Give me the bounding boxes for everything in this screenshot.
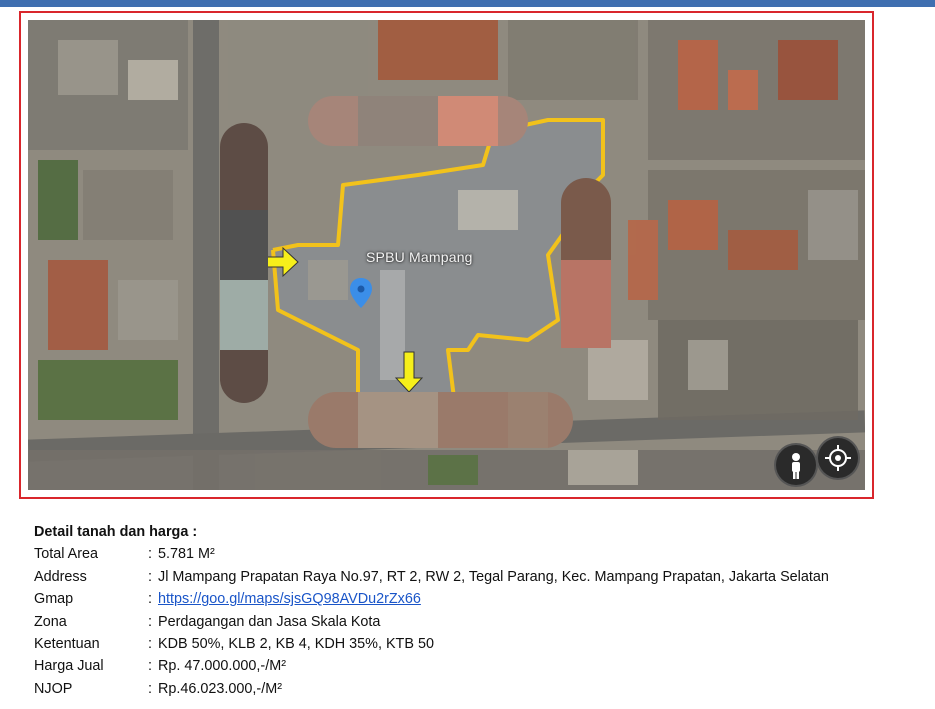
detail-row-address: Address : Jl Mampang Prapatan Raya No.97… [34,566,924,588]
detail-row-zona: Zona : Perdagangan dan Jasa Skala Kota [34,611,924,633]
detail-separator: : [148,613,152,630]
detail-value: 5.781 M² [158,546,215,563]
detail-separator: : [148,568,152,585]
detail-value: Rp.46.023.000,-/M² [158,680,282,697]
details-heading: Detail tanah dan harga : [34,524,198,540]
detail-row-gmap: Gmap : https://goo.gl/maps/sjsGQ98AVDu2r… [34,588,924,610]
detail-separator: : [148,658,152,675]
detail-separator: : [148,591,152,608]
detail-value: Jl Mampang Prapatan Raya No.97, RT 2, RW… [158,568,829,585]
detail-row-ketentuan: Ketentuan : KDB 50%, KLB 2, KB 4, KDH 35… [34,633,924,655]
detail-value: KDB 50%, KLB 2, KB 4, KDH 35%, KTB 50 [158,636,434,653]
detail-label: Zona [34,613,67,630]
detail-label: NJOP [34,680,73,697]
top-bar [0,0,935,7]
satellite-map[interactable]: SPBU Mampang [28,20,865,490]
detail-label: Ketentuan [34,636,100,653]
detail-row-total-area: Total Area : 5.781 M² [34,543,924,565]
detail-separator: : [148,636,152,653]
detail-row-njop: NJOP : Rp.46.023.000,-/M² [34,678,924,700]
place-label: SPBU Mampang [366,249,473,265]
detail-label: Harga Jual [34,658,104,675]
land-details: Detail tanah dan harga : Total Area : 5.… [34,521,924,700]
detail-label: Gmap [34,591,74,608]
gmap-link[interactable]: https://goo.gl/maps/sjsGQ98AVDu2rZx66 [158,588,421,610]
detail-label: Address [34,568,87,585]
detail-value: Perdagangan dan Jasa Skala Kota [158,613,381,630]
detail-separator: : [148,680,152,697]
detail-row-harga-jual: Harga Jual : Rp. 47.000.000,-/M² [34,655,924,677]
detail-label: Total Area [34,546,98,563]
map-frame: SPBU Mampang [19,11,874,499]
detail-value: Rp. 47.000.000,-/M² [158,658,286,675]
pegman-icon[interactable] [776,445,816,485]
my-location-icon[interactable] [818,438,858,478]
detail-separator: : [148,546,152,563]
